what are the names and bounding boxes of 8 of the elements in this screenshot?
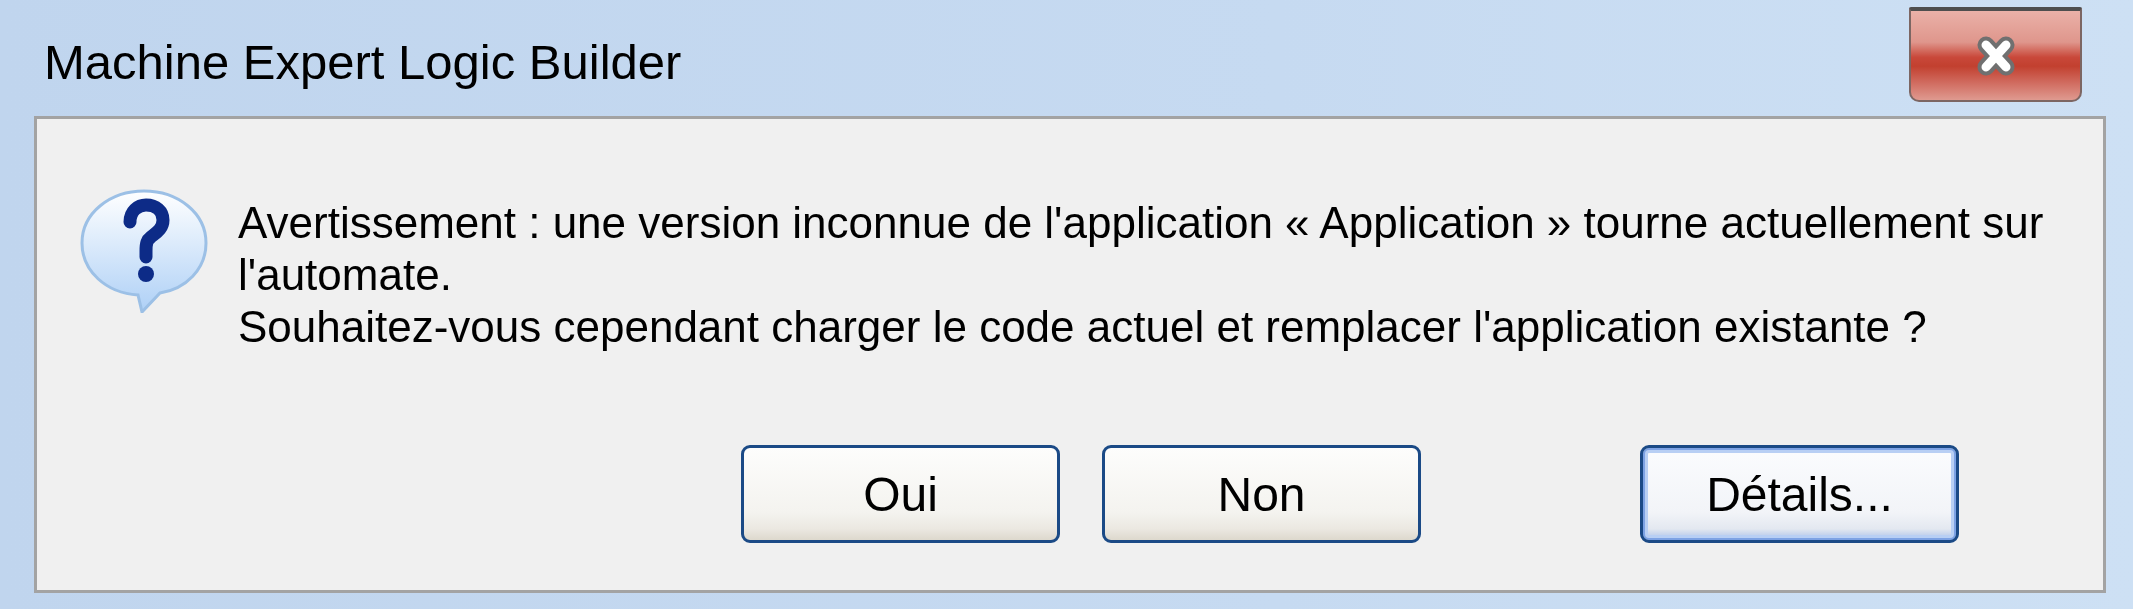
- dialog-button[interactable]: Non: [1102, 445, 1421, 543]
- message-text: Souhaitez-vous cependant charger le code actuel et remplacer l'application existante ?: [238, 301, 1928, 353]
- window-title: Machine Expert Logic Builder: [44, 34, 682, 90]
- dialog-button[interactable]: Détails...: [1640, 445, 1959, 543]
- message-text: Avertissement : une version inconnue de l'application « Application » tourne actuellement sur l'automate.: [238, 197, 2045, 301]
- question-bubble-icon: [80, 189, 208, 313]
- close-button[interactable]: [1909, 7, 2082, 102]
- dialog-button[interactable]: Oui: [741, 445, 1060, 543]
